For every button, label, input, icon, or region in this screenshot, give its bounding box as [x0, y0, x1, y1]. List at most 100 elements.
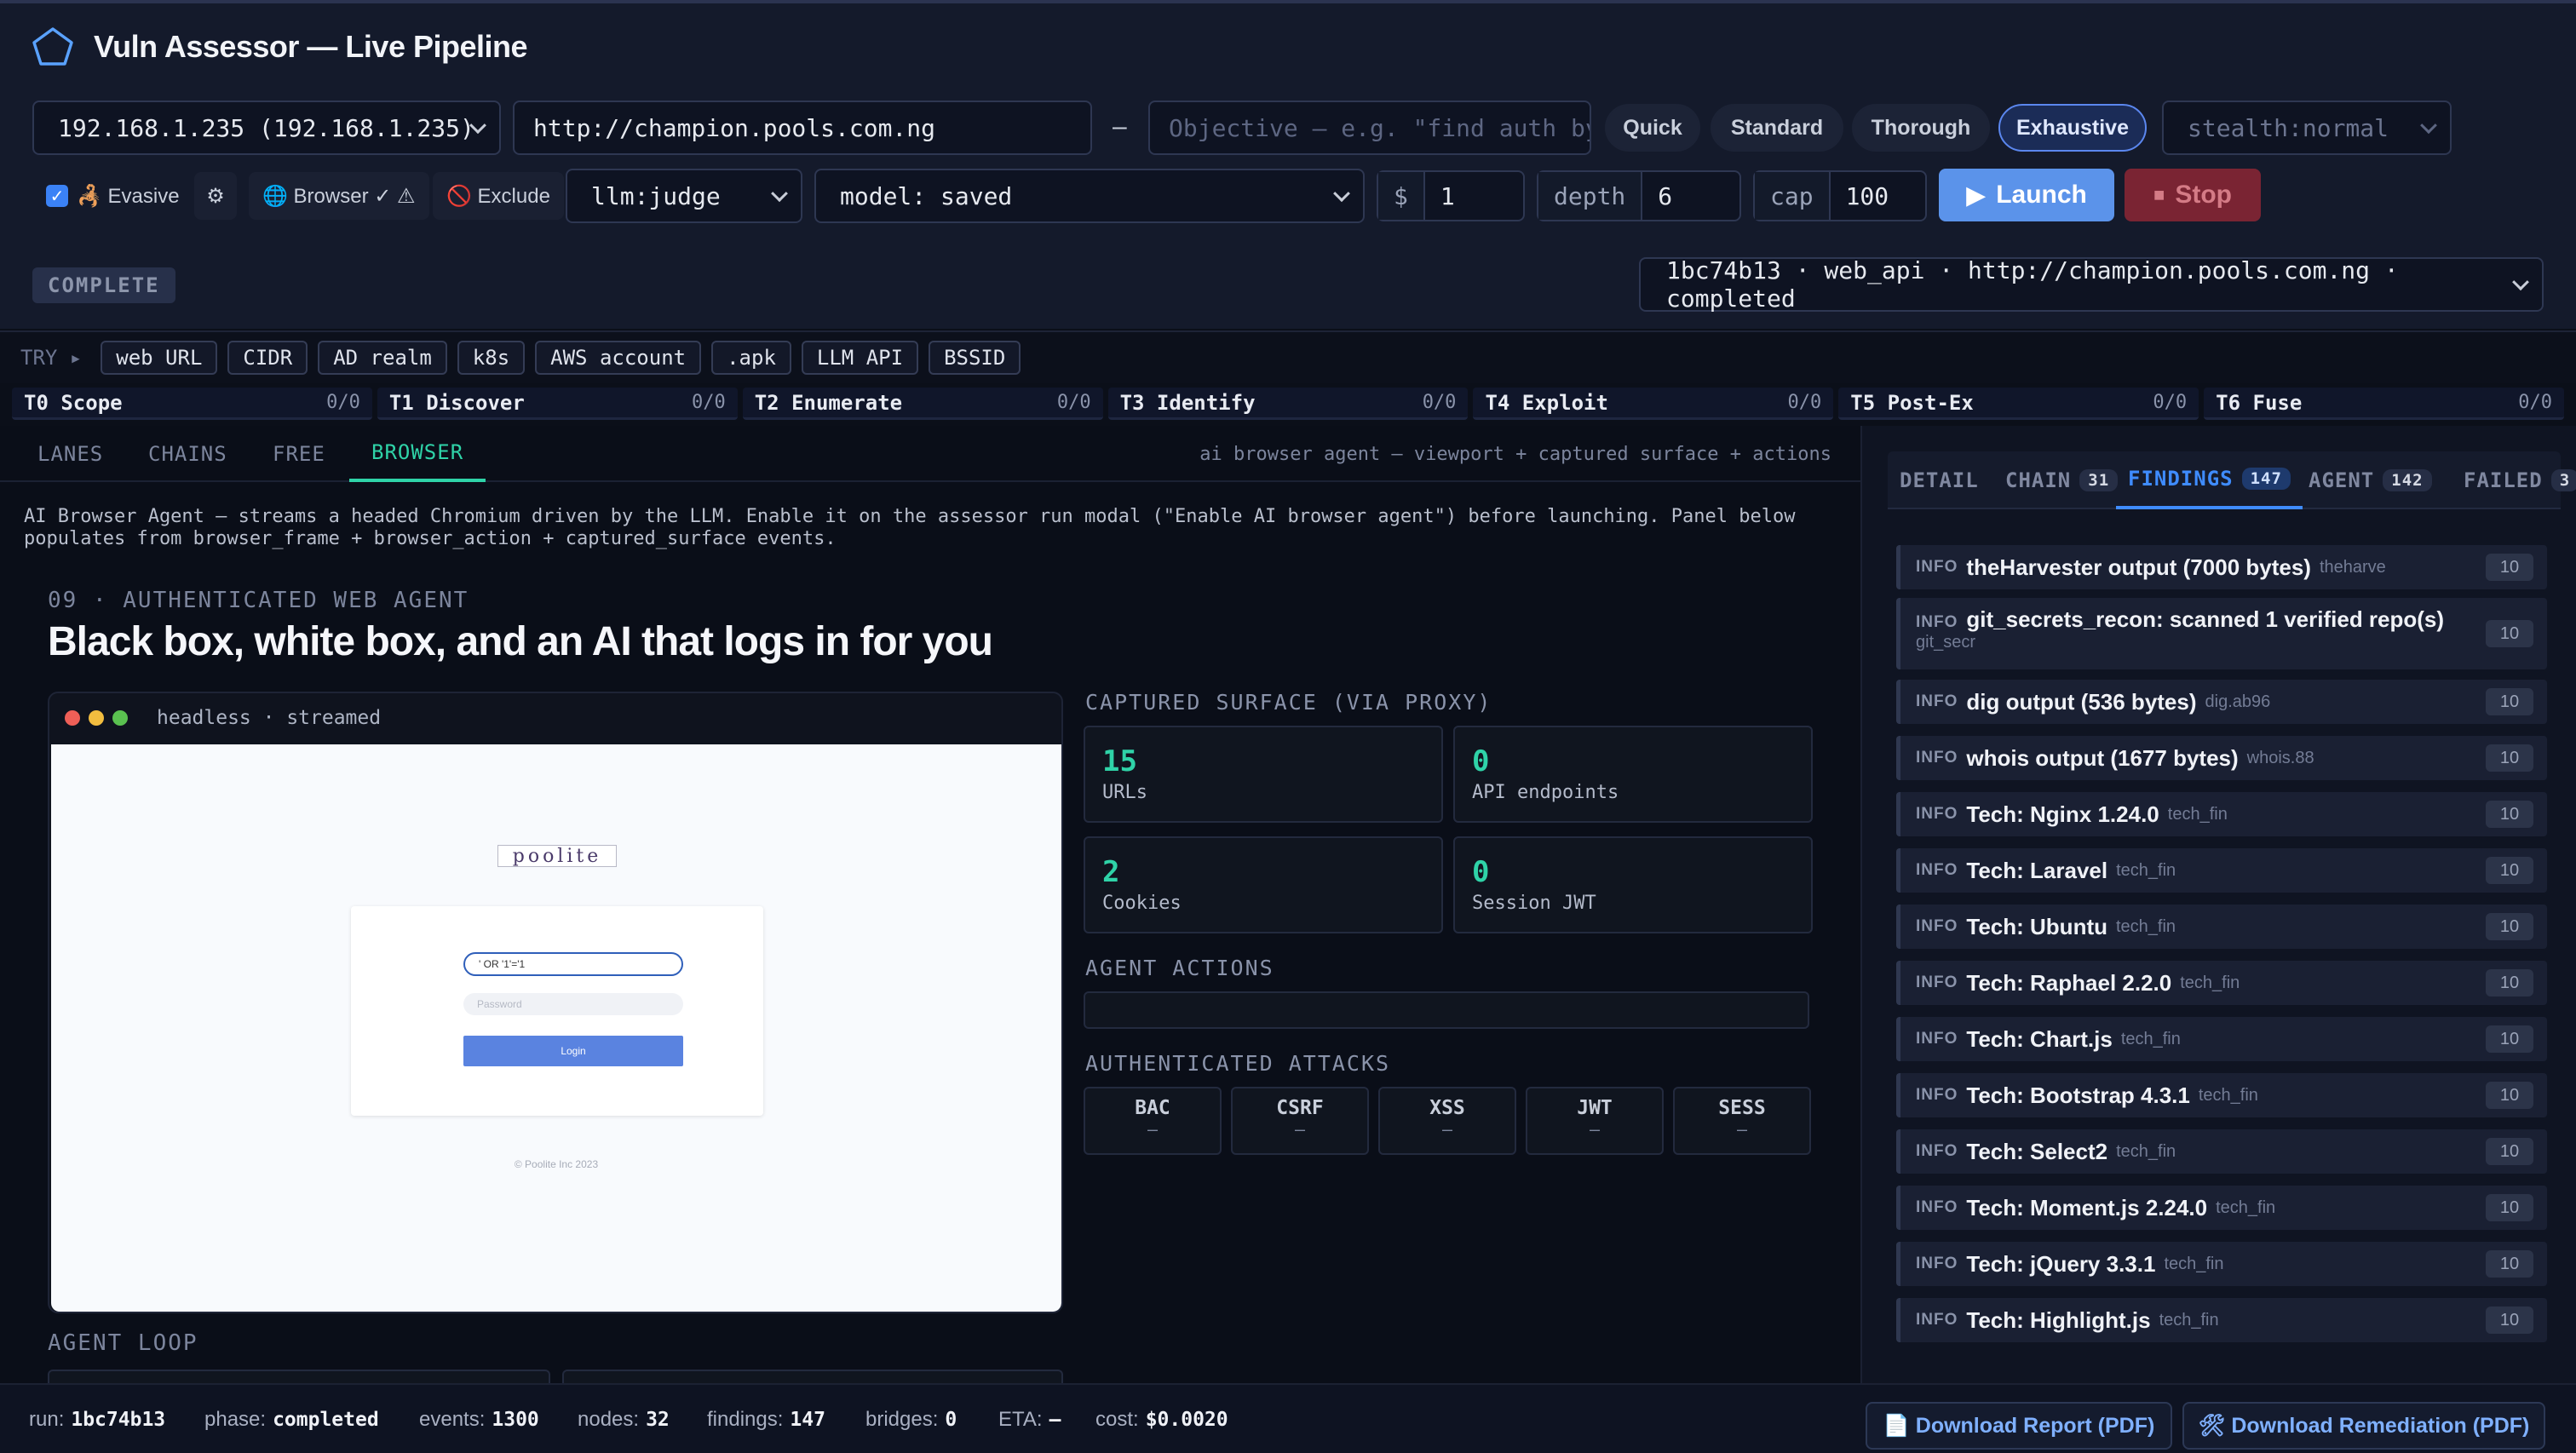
llm-select[interactable]: llm:judge — [566, 169, 802, 223]
stage-count: 0/0 — [326, 392, 360, 413]
stage-count: 0/0 — [1787, 392, 1822, 413]
try-chip-cidr[interactable]: CIDR — [227, 341, 308, 375]
stage-t3[interactable]: T3 Identify 0/0 — [1107, 388, 1469, 420]
tab-lanes[interactable]: LANES — [37, 426, 103, 482]
finding-item[interactable]: INFO Tech: Laravel tech_fin 10 — [1896, 848, 2547, 893]
finding-title: Tech: jQuery 3.3.1 — [1966, 1250, 2156, 1277]
stop-button[interactable]: ■ Stop — [2125, 169, 2261, 221]
stealth-select[interactable]: stealth:normal — [2162, 101, 2452, 155]
stop-icon: ■ — [2153, 184, 2165, 205]
finding-title: Tech: Moment.js 2.24.0 — [1966, 1194, 2208, 1220]
stage-t6[interactable]: T6 Fuse 0/0 — [2204, 388, 2565, 420]
target-select[interactable]: 192.168.1.235 (192.168.1.235) — [32, 101, 501, 155]
tab-count: 142 — [2383, 469, 2432, 491]
try-label: TRY ▸ — [20, 346, 83, 370]
tab-detail[interactable]: DETAIL — [1889, 451, 1989, 509]
launch-button[interactable]: ▶ Launch — [1939, 169, 2114, 221]
attack-value: – — [1147, 1119, 1159, 1140]
stage-t1[interactable]: T1 Discover 0/0 — [377, 388, 738, 420]
password-field[interactable]: Password — [463, 993, 683, 1015]
finding-item[interactable]: INFO Tech: jQuery 3.3.1 tech_fin 10 — [1896, 1242, 2547, 1286]
try-chip-aws-account[interactable]: AWS account — [535, 341, 702, 375]
tab-agent[interactable]: AGENT 142 — [2298, 451, 2442, 509]
finding-item[interactable]: INFO git_secrets_recon: scanned 1 verifie… — [1896, 598, 2547, 669]
finding-title: Tech: Raphael 2.2.0 — [1966, 969, 2172, 996]
cap-label: cap — [1755, 172, 1831, 220]
finding-title: Tech: Bootstrap 4.3.1 — [1966, 1082, 2190, 1108]
finding-item[interactable]: INFO whois output (1677 bytes) whois.88 10 — [1896, 736, 2547, 780]
stage-t4[interactable]: T4 Exploit 0/0 — [1473, 388, 1834, 420]
mode-thorough-button[interactable]: Thorough — [1852, 104, 1990, 152]
try-chip-ad-realm[interactable]: AD realm — [318, 341, 447, 375]
tab-chain[interactable]: CHAIN 31 — [1995, 451, 2128, 509]
stage-t5[interactable]: T5 Post-Ex 0/0 — [1838, 388, 2199, 420]
tab-browser[interactable]: BROWSER — [349, 426, 486, 482]
stat-session-jwt: 0 Session JWT — [1453, 836, 1813, 933]
username-field[interactable]: ' OR '1'='1 — [463, 952, 683, 976]
finding-source: theharve — [2319, 557, 2386, 577]
mode-exhaustive-button[interactable]: Exhaustive — [1998, 104, 2147, 152]
status-value: 147 — [790, 1409, 825, 1431]
budget-input[interactable]: $ 1 — [1377, 170, 1525, 221]
stage-count: 0/0 — [691, 392, 726, 413]
stage-t0[interactable]: T0 Scope 0/0 — [12, 388, 372, 420]
finding-item[interactable]: INFO theHarvester output (7000 bytes) theh… — [1896, 545, 2547, 589]
stage-t2[interactable]: T2 Enumerate 0/0 — [742, 388, 1103, 420]
finding-item[interactable]: INFO Tech: Nginx 1.24.0 tech_fin 10 — [1896, 792, 2547, 836]
try-chip-bssid[interactable]: BSSID — [929, 341, 1021, 375]
finding-item[interactable]: INFO Tech: Chart.js tech_fin 10 — [1896, 1017, 2547, 1061]
download-remediation-button[interactable]: 🛠 Download Remediation (PDF) — [2182, 1402, 2545, 1450]
model-select[interactable]: model: saved — [814, 169, 1365, 223]
status-findings: findings: 147 — [707, 1385, 825, 1453]
severity-badge: INFO — [1916, 1198, 1958, 1216]
run-select[interactable]: 1bc74b13 · web_api · http://champion.poo… — [1639, 256, 2544, 313]
budget-label: $ — [1378, 172, 1425, 220]
try-chip-apk[interactable]: .apk — [711, 341, 791, 375]
tab-label: FAILED — [2464, 468, 2543, 492]
finding-item[interactable]: INFO Tech: Moment.js 2.24.0 tech_fin 10 — [1896, 1186, 2547, 1230]
mode-standard-button[interactable]: Standard — [1711, 104, 1843, 152]
finding-score: 10 — [2486, 688, 2533, 715]
pipeline-stages: T0 Scope 0/0 T1 Discover 0/0 T2 Enumerate 0… — [0, 383, 2576, 424]
browser-toggle[interactable]: 🌐 Browser ✓ ⚠ — [249, 172, 429, 220]
exclude-button[interactable]: 🚫 Exclude — [433, 172, 564, 220]
finding-item[interactable]: INFO Tech: Raphael 2.2.0 tech_fin 10 — [1896, 961, 2547, 1005]
tab-findings[interactable]: FINDINGS 147 — [2116, 451, 2303, 509]
finding-score: 10 — [2486, 744, 2533, 772]
finding-item[interactable]: INFO Tech: Ubuntu tech_fin 10 — [1896, 905, 2547, 949]
finding-score: 10 — [2486, 801, 2533, 828]
finding-item[interactable]: INFO dig output (536 bytes) dig.ab96 10 — [1896, 680, 2547, 724]
tab-free[interactable]: FREE — [273, 426, 325, 482]
finding-source: whois.88 — [2246, 748, 2314, 767]
tab-chains[interactable]: CHAINS — [148, 426, 227, 482]
finding-source: dig.ab96 — [2205, 692, 2271, 711]
cap-input[interactable]: cap 100 — [1753, 170, 1927, 221]
attack-csrf[interactable]: CSRF – — [1231, 1087, 1369, 1155]
attack-bac[interactable]: BAC – — [1084, 1087, 1222, 1155]
try-chip-llm-api[interactable]: LLM API — [801, 341, 919, 375]
depth-input[interactable]: depth 6 — [1537, 170, 1741, 221]
try-chip-web-url[interactable]: web URL — [101, 341, 218, 375]
evasive-toggle[interactable]: ✓ 🦂 Evasive — [32, 172, 193, 220]
viewport-screen[interactable]: poolite ' OR '1'='1 Password Login © Poo… — [51, 744, 1061, 1312]
try-chip-k8s[interactable]: k8s — [457, 341, 526, 375]
finding-item[interactable]: INFO Tech: Bootstrap 4.3.1 tech_fin 10 — [1896, 1073, 2547, 1117]
tab-failed[interactable]: FAILED 3 — [2453, 451, 2576, 509]
evasive-checkbox[interactable]: ✓ — [46, 185, 68, 207]
evasive-settings-button[interactable]: ⚙ — [194, 172, 237, 220]
attack-sess[interactable]: SESS – — [1673, 1087, 1811, 1155]
stat-label: Cookies — [1102, 893, 1182, 914]
finding-title: git_secrets_recon: scanned 1 verified re… — [1966, 606, 2445, 632]
attack-jwt[interactable]: JWT – — [1526, 1087, 1664, 1155]
finding-item[interactable]: INFO Tech: Select2 tech_fin 10 — [1896, 1129, 2547, 1174]
finding-item[interactable]: INFO Tech: Highlight.js tech_fin 10 — [1896, 1298, 2547, 1342]
stat-value: 0 — [1472, 855, 1490, 889]
stat-value: 0 — [1472, 744, 1490, 778]
download-report-button[interactable]: 📄 Download Report (PDF) — [1866, 1402, 2172, 1450]
mode-quick-button[interactable]: Quick — [1605, 104, 1700, 152]
objective-input[interactable]: Objective — e.g. "find auth by — [1148, 101, 1591, 155]
login-button[interactable]: Login — [463, 1036, 683, 1066]
attack-xss[interactable]: XSS – — [1378, 1087, 1516, 1155]
target-url-input[interactable]: http://champion.pools.com.ng — [513, 101, 1092, 155]
tab-label: CHAIN — [2005, 468, 2072, 492]
